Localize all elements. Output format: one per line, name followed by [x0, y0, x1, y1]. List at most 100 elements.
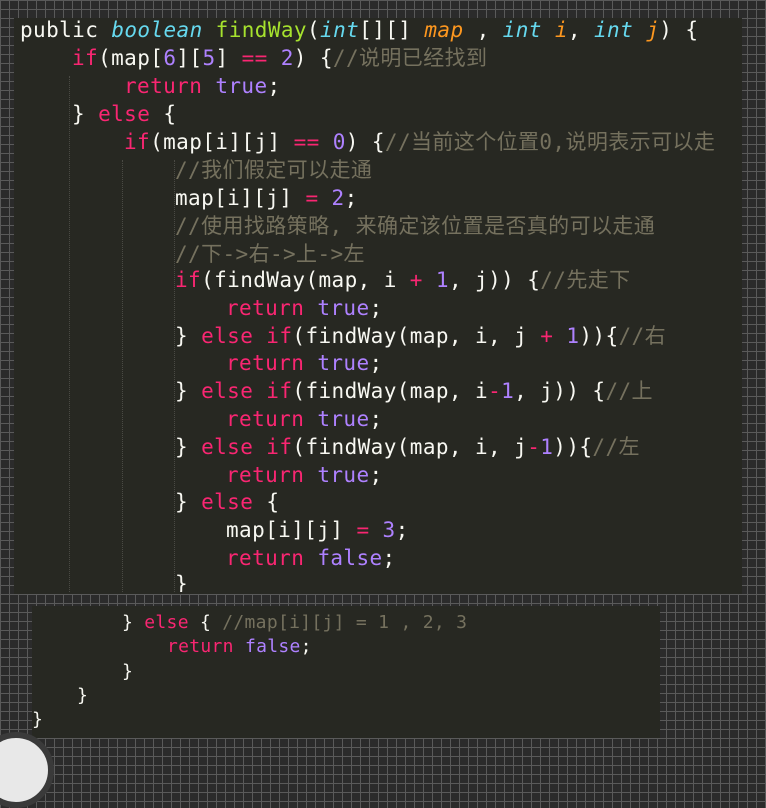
code-token: 0 — [332, 130, 346, 154]
code-line: return true; — [226, 353, 383, 374]
code-token: )){ — [553, 435, 593, 459]
code-token: - — [488, 379, 502, 403]
code-token: (findWay(map, i — [292, 379, 489, 403]
code-line: if(map[6][5] == 2) {//说明已经找到 — [72, 48, 487, 69]
code-line: } else if(findWay(map, i, j + 1)){//右 — [175, 326, 666, 347]
code-token: else — [144, 612, 189, 633]
code-line: return true; — [226, 465, 383, 486]
code-token: } — [77, 685, 89, 706]
code-line: } else { //map[i][j] = 1 , 2, 3 — [122, 614, 467, 632]
code-line: return true; — [124, 76, 281, 97]
code-line: map[i][j] = 3; — [226, 520, 409, 541]
code-token: 1 — [435, 268, 449, 292]
code-token: true — [215, 74, 268, 98]
code-token: else if — [201, 435, 293, 459]
code-token: ) { — [293, 46, 333, 70]
code-token: 2 — [280, 46, 294, 70]
code-token: //先走下 — [540, 268, 631, 292]
code-token: } — [72, 102, 99, 126]
code-line: if(findWay(map, i + 1, j)) {//先走下 — [175, 270, 631, 291]
code-token: ; — [267, 74, 281, 98]
code-token: map[i][j] — [226, 518, 357, 542]
code-token: , j)) { — [514, 379, 606, 403]
code-token: ) { — [659, 18, 699, 42]
code-token: int — [502, 18, 542, 42]
code-token: 2 — [331, 186, 345, 210]
code-token: return — [226, 351, 305, 375]
code-token: ; — [382, 546, 396, 570]
indent-guide — [122, 160, 123, 592]
code-token: ; — [300, 636, 312, 657]
code-token: ( — [306, 18, 321, 42]
code-line: } — [122, 663, 133, 681]
code-token: 1 — [540, 435, 554, 459]
code-token: int — [320, 18, 360, 42]
code-token: (findWay(map, i, j — [292, 324, 541, 348]
code-token: )){ — [579, 324, 619, 348]
code-token: //我们假定可以走通 — [175, 158, 373, 182]
code-token: //右 — [618, 324, 667, 348]
code-token: , j)) { — [448, 268, 541, 292]
code-token: true — [317, 351, 370, 375]
code-token: == — [293, 130, 320, 154]
code-token: - — [527, 435, 541, 459]
code-line: //使用找路策略, 来确定该位置是否真的可以走通 — [175, 216, 655, 237]
code-token: return — [226, 463, 305, 487]
code-token: ; — [369, 407, 383, 431]
code-line: return true; — [226, 298, 383, 319]
code-editor-top[interactable]: public boolean findWay(int[][] map , int… — [14, 18, 742, 594]
code-token: //左 — [592, 435, 640, 459]
code-line: map[i][j] = 2; — [175, 188, 358, 209]
code-token: else — [98, 102, 151, 126]
code-token: else — [201, 490, 254, 514]
code-line: //我们假定可以走通 — [175, 160, 372, 181]
code-token: j — [646, 18, 660, 42]
code-token: //map[i][j] = 1 , 2, 3 — [222, 612, 468, 633]
code-token: ; — [395, 518, 409, 542]
code-line: } — [32, 711, 43, 729]
code-token: } — [122, 661, 134, 682]
code-token: false — [244, 636, 301, 657]
code-line: } else if(findWay(map, i-1, j)) {//上 — [175, 381, 653, 402]
code-token: return — [124, 74, 203, 98]
code-token: (map[ — [98, 46, 164, 70]
code-line: return false; — [226, 548, 396, 569]
code-token: if — [175, 268, 202, 292]
code-line: } — [77, 687, 88, 705]
code-editor-bottom[interactable]: } else { //map[i][j] = 1 , 2, 3 return f… — [32, 606, 660, 738]
code-token: = — [356, 518, 370, 542]
code-token: = — [305, 186, 319, 210]
code-token: int — [594, 18, 634, 42]
code-token: true — [317, 296, 370, 320]
code-token: 1 — [566, 324, 580, 348]
code-token: } — [175, 324, 202, 348]
code-token: (findWay(map, i, j — [292, 435, 528, 459]
code-line: } else { — [72, 104, 176, 125]
code-token: ; — [369, 296, 383, 320]
code-line: } else if(findWay(map, i, j-1)){//左 — [175, 437, 640, 458]
code-token: map — [424, 18, 464, 42]
code-token: ; — [369, 351, 383, 375]
code-token: 1 — [501, 379, 515, 403]
code-token: return — [226, 296, 305, 320]
code-token: (findWay(map, i — [201, 268, 410, 292]
code-token: } — [175, 490, 202, 514]
code-token: 5 — [202, 46, 216, 70]
code-token: return — [167, 636, 234, 657]
code-token: , — [463, 18, 503, 42]
code-token: } — [175, 379, 202, 403]
code-token: , — [567, 18, 594, 42]
corner-avatar-icon — [0, 732, 54, 808]
code-line: public boolean findWay(int[][] map , int… — [20, 20, 698, 41]
